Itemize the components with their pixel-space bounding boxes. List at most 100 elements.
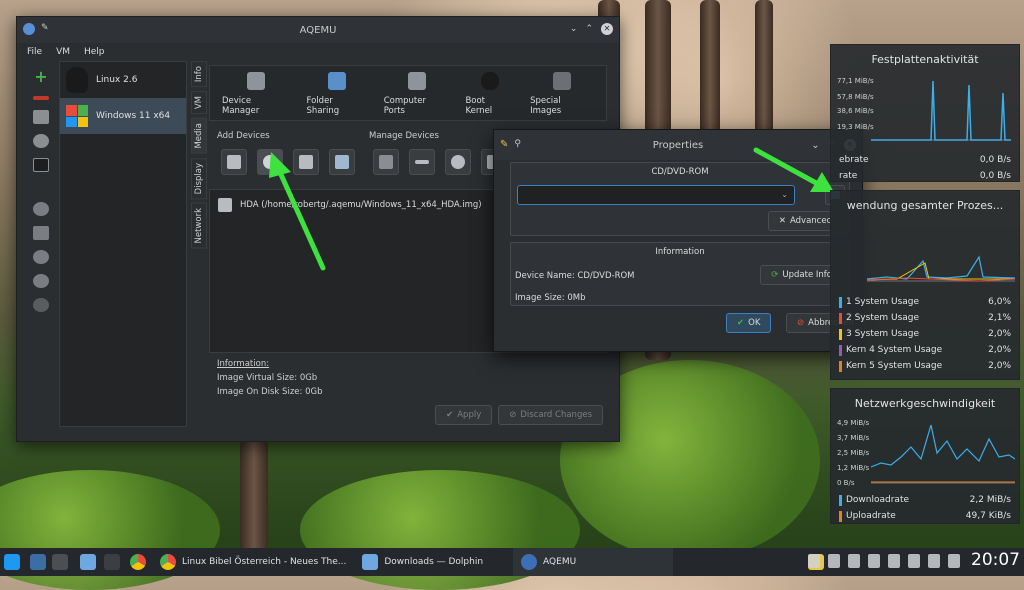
special-images-button[interactable]: Special Images — [524, 70, 600, 116]
vm-item-linux[interactable]: Linux 2.6 — [60, 62, 186, 98]
info-virtual-size: Image Virtual Size: 0Gb — [217, 373, 318, 383]
device-manager-button[interactable]: Device Manager — [216, 70, 297, 116]
computer-ports-button[interactable]: Computer Ports — [378, 70, 456, 116]
discard-changes-button[interactable]: ⊘ Discard Changes — [498, 405, 603, 425]
vm-clock-icon[interactable] — [33, 134, 49, 148]
cancel-icon: ⊘ — [797, 318, 805, 328]
legend-swatch — [839, 328, 842, 340]
menu-help[interactable]: Help — [84, 47, 105, 57]
update-info-label: Update Info — [782, 270, 832, 280]
tab-info[interactable]: Info — [191, 61, 207, 88]
left-toolbar: + — [25, 67, 57, 312]
tray-icon[interactable] — [808, 554, 820, 568]
aqemu-titlebar: ✎ AQEMU ⌄ ⌃ ✕ — [17, 17, 619, 43]
boot-kernel-button[interactable]: Boot Kernel — [459, 70, 520, 116]
button-bar: ✔ Apply ⊘ Discard Changes — [435, 405, 603, 425]
terminal-icon[interactable] — [33, 158, 49, 172]
y-tick-label: 2,5 MiB/s — [837, 449, 870, 457]
terminal-icon[interactable] — [104, 554, 120, 570]
row-label: 3 System Usage — [846, 329, 920, 339]
row-value: 0,0 B/s — [979, 155, 1011, 165]
pin-icon[interactable]: ✎ — [41, 23, 49, 35]
remove-vm-icon[interactable] — [33, 96, 49, 100]
menu-vm[interactable]: VM — [56, 47, 70, 57]
task-dolphin[interactable]: Downloads — Dolphin — [354, 548, 491, 576]
check-icon: ✔ — [737, 318, 745, 328]
row-label: rate — [839, 171, 858, 181]
row-value: 2,0% — [988, 329, 1011, 339]
tray-icon[interactable] — [928, 554, 940, 568]
edit-device-button[interactable] — [373, 149, 399, 175]
tray-icon[interactable] — [948, 554, 960, 568]
row-value: 2,0% — [988, 345, 1011, 355]
folder-sharing-label: Folder Sharing — [306, 96, 340, 116]
list-item: Downloadrate 2,2 MiB/s — [839, 493, 1011, 507]
close-icon[interactable]: ✕ — [601, 23, 613, 35]
tux-icon — [480, 72, 499, 90]
device-manager-label: Device Manager — [222, 96, 260, 116]
tray-icon[interactable] — [828, 554, 840, 568]
image-size-label: Image Size: 0Mb — [515, 293, 586, 303]
tray-icon[interactable] — [888, 554, 900, 568]
ok-button[interactable]: ✔ OK — [726, 313, 772, 333]
vm-settings-icon[interactable] — [33, 110, 49, 124]
desktop-pager-icon[interactable] — [30, 554, 46, 570]
tray-icon[interactable] — [848, 554, 860, 568]
pause-icon[interactable] — [33, 250, 49, 264]
remove-device-button[interactable] — [409, 149, 435, 175]
reset-icon[interactable] — [33, 298, 49, 312]
y-tick-label: 0 B/s — [837, 479, 855, 487]
window-title: AQEMU — [299, 24, 337, 36]
browser-icon — [160, 554, 176, 570]
legend-swatch — [839, 510, 842, 522]
add-vm-icon[interactable]: + — [34, 67, 47, 86]
chevron-down-icon[interactable]: ⌄ — [570, 24, 578, 34]
chevron-up-icon[interactable]: ⌃ — [585, 24, 593, 34]
add-floppy-button[interactable] — [221, 149, 247, 175]
task-browser[interactable]: Linux Bibel Österreich - Neues The... — [152, 548, 354, 576]
vm-item-windows[interactable]: Windows 11 x64 — [60, 98, 186, 134]
tab-vm[interactable]: VM — [191, 91, 207, 115]
tray-icon[interactable] — [908, 554, 920, 568]
save-state-icon[interactable] — [33, 226, 49, 240]
task-label: Linux Bibel Österreich - Neues The... — [182, 557, 347, 567]
tray-icon[interactable] — [868, 554, 880, 568]
kde-launcher-icon[interactable] — [4, 554, 20, 570]
folder-icon[interactable] — [80, 554, 96, 570]
desktop-pager-icon[interactable] — [52, 554, 68, 570]
row-label: ebrate — [839, 155, 869, 165]
windows-icon — [66, 105, 88, 127]
apply-button[interactable]: ✔ Apply — [435, 405, 493, 425]
information-group: Information Device Name: CD/DVD-ROM Imag… — [510, 242, 850, 306]
aqemu-icon — [521, 554, 538, 570]
network-graph — [871, 424, 1015, 484]
device-name-label: Device Name: CD/DVD-ROM — [515, 271, 635, 281]
row-value: 6,0% — [988, 297, 1011, 307]
pin-icon[interactable]: ⚲ — [514, 139, 521, 150]
row-label: 2 System Usage — [846, 313, 920, 323]
row-value: 49,7 KiB/s — [965, 511, 1011, 521]
chrome-icon[interactable] — [130, 554, 146, 570]
list-item: 2 System Usage 2,1% — [839, 311, 1011, 325]
tab-display[interactable]: Display — [191, 157, 207, 200]
stop-icon[interactable] — [33, 274, 49, 288]
play-icon[interactable] — [33, 202, 49, 216]
clock[interactable]: 20:07 — [971, 550, 1020, 570]
ok-label: OK — [748, 318, 761, 328]
taskbar: Linux Bibel Österreich - Neues The... Do… — [0, 548, 1024, 576]
legend-swatch — [839, 312, 842, 324]
row-label: Downloadrate — [846, 495, 910, 505]
row-value: 0,0 B/s — [979, 171, 1011, 181]
menu-file[interactable]: File — [27, 47, 42, 57]
folder-icon — [362, 554, 379, 570]
cpu-graph — [867, 255, 1015, 282]
remove-icon — [415, 160, 429, 164]
folder-sharing-button[interactable]: Folder Sharing — [301, 70, 374, 116]
task-aqemu[interactable]: AQEMU — [513, 548, 674, 576]
list-item: Kern 4 System Usage 2,0% — [839, 343, 1011, 357]
task-label: Downloads — Dolphin — [384, 557, 484, 567]
tab-media[interactable]: Media — [191, 118, 207, 154]
row-value: 2,1% — [988, 313, 1011, 323]
tab-network[interactable]: Network — [191, 203, 207, 249]
device-settings-button[interactable] — [445, 149, 471, 175]
